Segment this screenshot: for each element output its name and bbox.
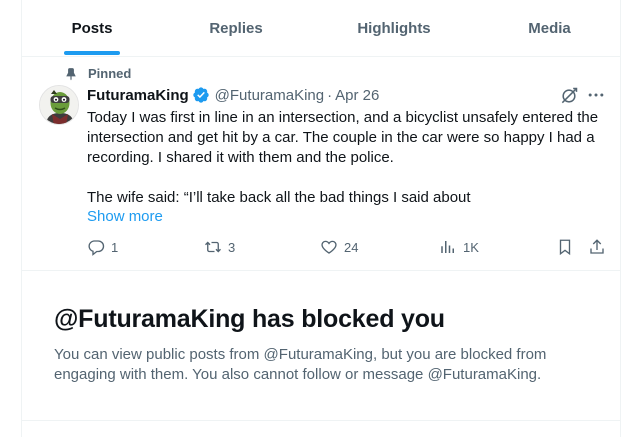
blocked-notice: @FuturamaKing has blocked you You can vi…	[22, 272, 621, 420]
grok-icon[interactable]	[559, 86, 579, 106]
tab-highlights[interactable]: Highlights	[310, 0, 478, 57]
author-name[interactable]: FuturamaKing	[87, 87, 189, 104]
post-actions: 1 3 24 1K	[87, 238, 607, 260]
pinned-post[interactable]: Pinned FuturamaKing @FuturamaKing · Apr …	[22, 57, 621, 271]
repost-count: 3	[228, 239, 236, 255]
post-text-paragraph-2: The wife said: “I’ll take back all the b…	[87, 189, 471, 206]
reply-icon	[88, 240, 105, 256]
share-button[interactable]	[588, 238, 606, 256]
more-icon[interactable]	[586, 85, 606, 105]
next-section-divider	[22, 420, 621, 437]
show-more-link[interactable]: Show more	[87, 208, 163, 225]
bookmark-icon	[559, 239, 571, 256]
tab-media-label: Media	[528, 20, 571, 37]
post-header: FuturamaKing @FuturamaKing · Apr 26	[87, 86, 379, 104]
repost-button[interactable]: 3	[204, 238, 235, 256]
profile-tabs: Posts Replies Highlights Media	[22, 0, 621, 57]
pin-icon	[66, 67, 76, 80]
post-text-paragraph-1: Today I was first in line in an intersec…	[87, 109, 599, 166]
blocked-description: You can view public posts from @Futurama…	[54, 346, 547, 383]
bookmark-button[interactable]	[556, 238, 574, 256]
verified-badge-icon[interactable]	[192, 86, 210, 104]
like-count: 24	[344, 239, 359, 255]
tab-media[interactable]: Media	[478, 0, 621, 57]
avatar[interactable]	[39, 85, 79, 125]
like-icon	[321, 240, 337, 254]
author-handle[interactable]: @FuturamaKing	[215, 87, 324, 104]
pinned-indicator: Pinned	[64, 66, 131, 81]
post-date[interactable]: Apr 26	[335, 87, 379, 104]
views-count: 1K	[463, 239, 479, 255]
tab-posts[interactable]: Posts	[22, 0, 162, 57]
views-button[interactable]: 1K	[439, 238, 479, 256]
share-icon	[590, 239, 604, 254]
avatar-image	[40, 86, 78, 124]
repost-icon	[205, 241, 221, 253]
reply-count: 1	[111, 239, 119, 255]
tab-replies-label: Replies	[209, 20, 263, 37]
tab-replies[interactable]: Replies	[162, 0, 310, 57]
post-text: Today I was first in line in an intersec…	[87, 108, 607, 208]
views-icon	[441, 241, 454, 253]
tab-posts-label: Posts	[71, 20, 113, 37]
tab-highlights-label: Highlights	[357, 20, 431, 37]
pinned-label: Pinned	[88, 66, 132, 81]
blocked-title: @FuturamaKing has blocked you	[54, 305, 445, 333]
active-tab-indicator	[64, 51, 120, 55]
reply-button[interactable]: 1	[87, 238, 118, 256]
profile-timeline: Posts Replies Highlights Media Pinned Fu…	[21, 0, 621, 437]
separator: ·	[327, 86, 333, 104]
like-button[interactable]: 24	[320, 238, 358, 256]
